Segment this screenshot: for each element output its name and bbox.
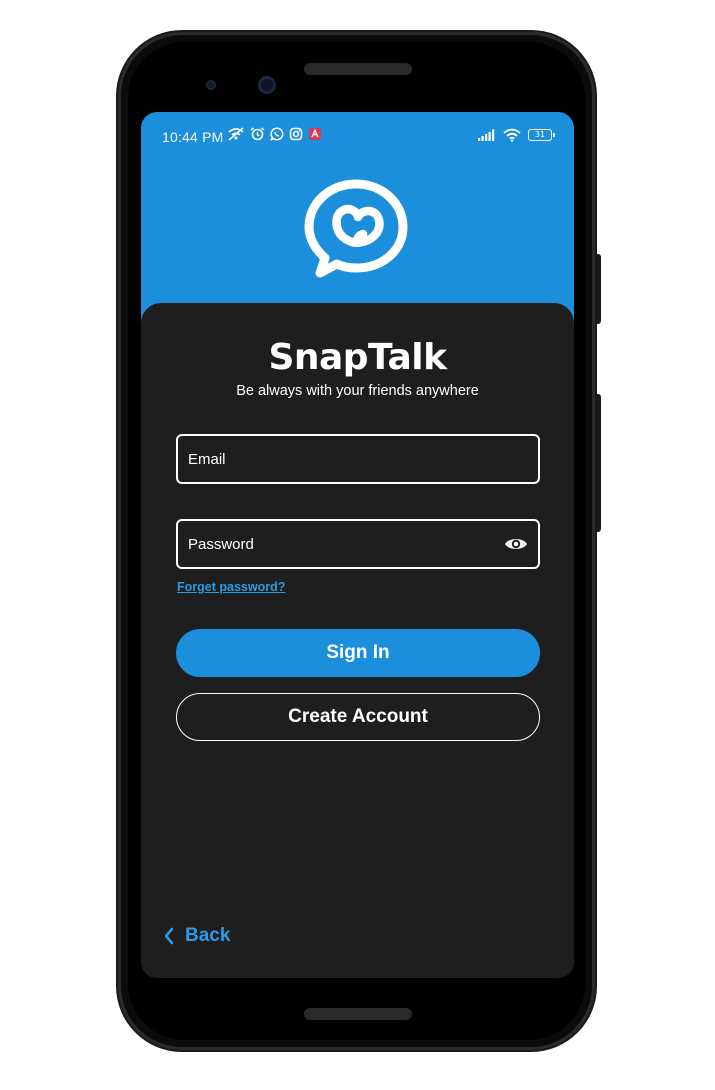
back-label: Back [185, 925, 231, 946]
wifi-off-icon [228, 127, 244, 141]
app-title: SnapTalk [268, 337, 447, 378]
eye-icon[interactable] [504, 534, 528, 554]
battery-icon: 31 [528, 129, 555, 141]
login-card: SnapTalk Be always with your friends any… [141, 303, 574, 978]
status-time: 10:44 PM [162, 129, 224, 145]
password-input[interactable] [178, 521, 538, 567]
app-notification-icon [309, 128, 321, 140]
wifi-icon [503, 128, 521, 142]
whatsapp-icon [270, 127, 284, 141]
front-camera [258, 76, 276, 94]
chevron-left-icon [164, 927, 174, 945]
password-field[interactable] [176, 519, 540, 569]
power-button [595, 254, 601, 324]
signal-icon [478, 129, 495, 141]
header: 10:44 PM 31 [141, 112, 574, 327]
alarm-icon [250, 127, 265, 141]
app-screen: 10:44 PM 31 SnapTalk Be always with your… [141, 112, 574, 978]
email-input[interactable] [178, 436, 538, 482]
system-icons: 31 [478, 128, 555, 142]
proximity-sensor [206, 80, 216, 90]
sign-in-button[interactable]: Sign In [176, 629, 540, 677]
back-button[interactable]: Back [163, 925, 230, 947]
app-subtitle: Be always with your friends anywhere [236, 383, 479, 399]
instagram-icon [289, 127, 303, 141]
chat-heart-logo-icon [304, 179, 408, 278]
email-field[interactable] [176, 434, 540, 484]
earpiece-speaker [304, 63, 412, 75]
forgot-password-link[interactable]: Forget password? [177, 580, 285, 594]
notification-icons [227, 127, 322, 141]
status-bar: 10:44 PM 31 [141, 112, 574, 160]
volume-button [595, 394, 601, 532]
create-account-button[interactable]: Create Account [176, 693, 540, 741]
bottom-speaker [304, 1008, 412, 1020]
